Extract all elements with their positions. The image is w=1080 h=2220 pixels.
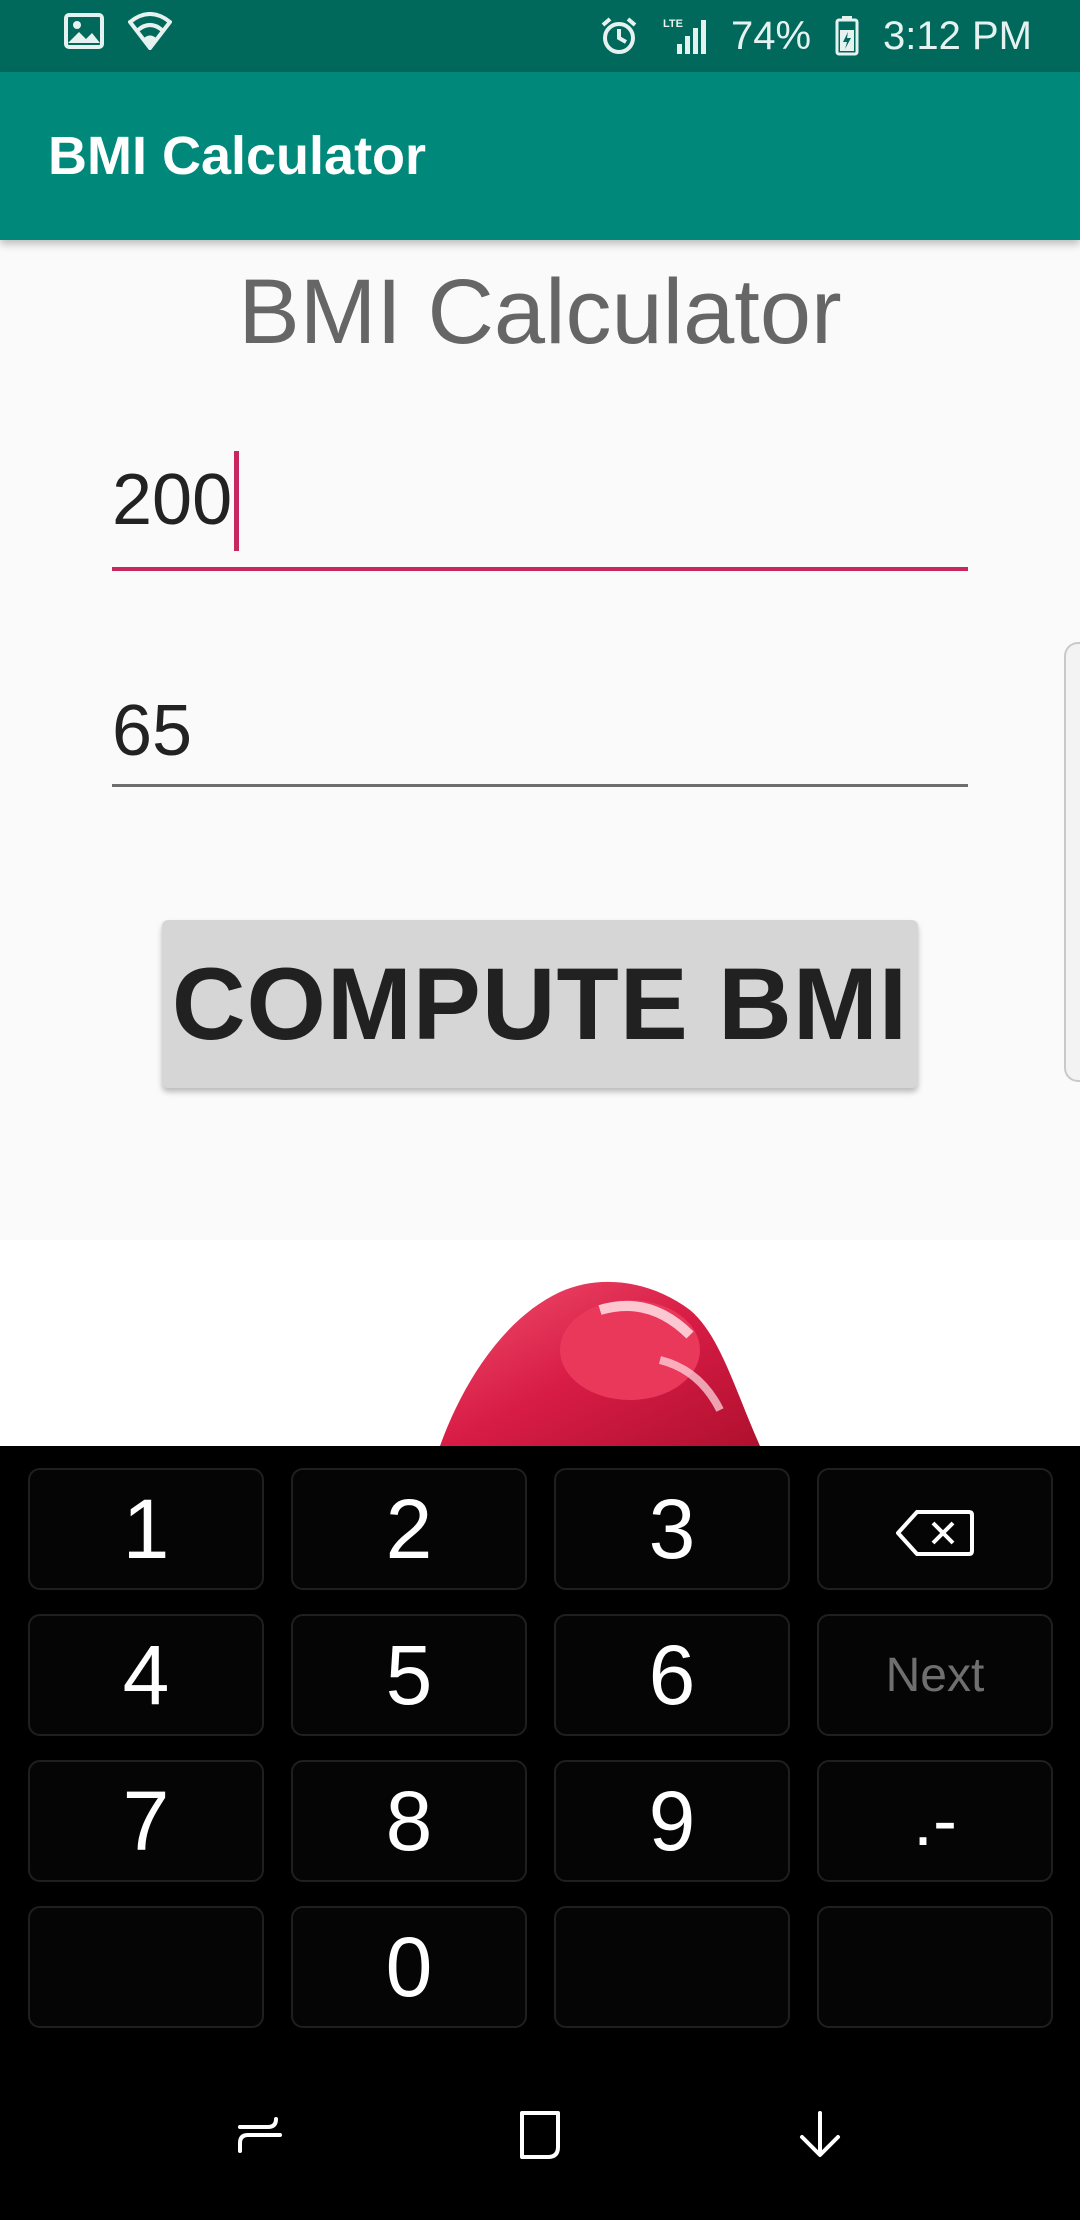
key-next[interactable]: Next — [817, 1614, 1053, 1736]
weight-input-value: 65 — [112, 691, 193, 771]
key-empty — [817, 1906, 1053, 2028]
height-input[interactable]: 200 — [112, 451, 968, 571]
height-input-value: 200 — [112, 460, 233, 541]
key-empty — [554, 1906, 790, 2028]
text-cursor — [234, 451, 240, 551]
red-object-image — [440, 1281, 760, 1446]
key-7[interactable]: 7 — [28, 1760, 264, 1882]
numeric-keyboard: 1 2 3 4 5 6 Next 7 8 9 .- 0 — [0, 1446, 1080, 2050]
key-grid: 1 2 3 4 5 6 Next 7 8 9 .- 0 — [28, 1468, 1053, 2028]
main-content: BMI Calculator 200 65 COMPUTE BMI — [0, 240, 1080, 1240]
app-title: BMI Calculator — [48, 126, 427, 186]
key-6[interactable]: 6 — [554, 1614, 790, 1736]
edge-panel-handle[interactable] — [1064, 642, 1080, 1082]
hide-keyboard-icon[interactable] — [780, 2095, 860, 2175]
compute-bmi-button[interactable]: COMPUTE BMI — [162, 920, 918, 1088]
wifi-icon — [127, 12, 173, 60]
network-label: LTE — [663, 18, 683, 30]
recent-apps-icon[interactable] — [220, 2095, 300, 2175]
signal-icon: LTE — [663, 16, 707, 56]
clock: 3:12 PM — [883, 13, 1032, 58]
screen: LTE 74% 3:12 PM BMI Calculator BMI Calcu… — [0, 0, 1080, 2220]
key-1[interactable]: 1 — [28, 1468, 264, 1590]
alarm-icon — [599, 16, 639, 56]
battery-percent: 74% — [730, 13, 812, 58]
page-heading: BMI Calculator — [238, 261, 842, 363]
key-2[interactable]: 2 — [291, 1468, 527, 1590]
backspace-icon — [895, 1481, 975, 1578]
weight-input[interactable]: 65 — [112, 690, 968, 787]
decorative-image — [0, 1240, 1080, 1446]
key-8[interactable]: 8 — [291, 1760, 527, 1882]
key-backspace[interactable] — [817, 1468, 1053, 1590]
status-bar: LTE 74% 3:12 PM — [0, 0, 1080, 72]
home-icon[interactable] — [500, 2095, 580, 2175]
key-9[interactable]: 9 — [554, 1760, 790, 1882]
key-dot-minus[interactable]: .- — [817, 1760, 1053, 1882]
status-right: LTE 74% 3:12 PM — [599, 14, 1032, 59]
navigation-bar — [0, 2050, 1080, 2220]
app-bar: BMI Calculator — [0, 72, 1080, 240]
key-4[interactable]: 4 — [28, 1614, 264, 1736]
key-0[interactable]: 0 — [291, 1906, 527, 2028]
key-5[interactable]: 5 — [291, 1614, 527, 1736]
status-left — [64, 12, 173, 60]
key-3[interactable]: 3 — [554, 1468, 790, 1590]
battery-icon — [835, 16, 859, 56]
gallery-icon — [64, 13, 104, 59]
key-empty — [28, 1906, 264, 2028]
